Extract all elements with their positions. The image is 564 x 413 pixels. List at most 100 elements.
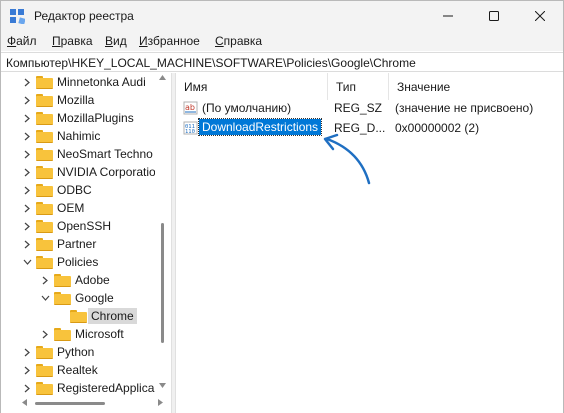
tree-horizontal-scrollbar[interactable] <box>1 395 171 412</box>
chevron-right-icon[interactable] <box>21 145 33 163</box>
tree-item-realtek[interactable]: Realtek <box>21 361 98 379</box>
value-name: (По умолчанию) <box>202 101 292 115</box>
menu-view-accel: В <box>105 34 114 48</box>
value-type: REG_D... <box>334 121 386 135</box>
chevron-right-icon[interactable] <box>21 73 33 91</box>
close-icon <box>535 11 545 21</box>
title-bar: Редактор реестра <box>1 1 563 31</box>
value-row-default[interactable]: ab (По умолчанию) REG_SZ (значение не пр… <box>176 98 563 118</box>
values-list: Имя Тип Значение ab (По умолчанию) REG_S… <box>176 73 563 413</box>
menu-view[interactable]: Вид <box>105 34 127 48</box>
dword-value-icon: 011 110 <box>183 121 198 135</box>
chevron-right-icon[interactable] <box>21 109 33 127</box>
tree-item-label: MozillaPlugins <box>57 111 134 125</box>
folder-icon <box>36 93 53 107</box>
chevron-right-icon[interactable] <box>21 343 33 361</box>
chevron-right-icon[interactable] <box>21 217 33 235</box>
chevron-right-icon[interactable] <box>39 271 51 289</box>
scroll-up-arrow-icon[interactable] <box>159 75 166 80</box>
registry-editor-icon <box>10 9 25 24</box>
chevron-right-icon[interactable] <box>21 91 33 109</box>
tree-item-label: RegisteredApplica <box>57 381 155 395</box>
tree-item-policies[interactable]: Policies <box>21 253 98 271</box>
tree-item-openssh[interactable]: OpenSSH <box>21 217 111 235</box>
tree-item-python[interactable]: Python <box>21 343 94 361</box>
column-header-name[interactable]: Имя <box>176 73 328 100</box>
menu-help[interactable]: Справка <box>215 34 262 48</box>
tree-item-label: Google <box>75 291 114 305</box>
tree-item-label: Minnetonka Audi <box>57 75 146 89</box>
value-data: 0x00000002 (2) <box>395 121 480 135</box>
chevron-right-icon[interactable] <box>21 127 33 145</box>
close-button[interactable] <box>517 1 563 31</box>
tree-item-label: Adobe <box>75 273 110 287</box>
menu-edit[interactable]: Правка <box>52 34 93 48</box>
chevron-right-icon[interactable] <box>21 199 33 217</box>
tree-item-odbc[interactable]: ODBC <box>21 181 92 199</box>
folder-icon <box>36 129 53 143</box>
tree-item-mozilla[interactable]: Mozilla <box>21 91 94 109</box>
menu-favorites-label: збранное <box>147 34 200 48</box>
tree-item-oem[interactable]: OEM <box>21 199 84 217</box>
menu-file-accel: Ф <box>7 34 17 48</box>
menu-favorites[interactable]: Избранное <box>139 34 200 48</box>
scroll-down-arrow-icon[interactable] <box>159 383 166 388</box>
chevron-right-icon[interactable] <box>21 361 33 379</box>
tree-item-microsoft[interactable]: Microsoft <box>39 325 124 343</box>
tree-item-nvidia-corporatio[interactable]: NVIDIA Corporatio <box>21 163 156 181</box>
column-type-label: Тип <box>336 79 357 94</box>
folder-icon <box>36 219 53 233</box>
tree-item-adobe[interactable]: Adobe <box>39 271 110 289</box>
chevron-right-icon[interactable] <box>39 325 51 343</box>
scroll-right-arrow-icon[interactable] <box>158 399 163 406</box>
scroll-left-arrow-icon[interactable] <box>22 399 27 406</box>
tree-horizontal-scroll-thumb[interactable] <box>35 402 105 405</box>
tree-item-nahimic[interactable]: Nahimic <box>21 127 100 145</box>
menu-bar: Файл Правка Вид Избранное Справка <box>1 31 563 51</box>
tree-item-neosmart-techno[interactable]: NeoSmart Techno <box>21 145 153 163</box>
tree-item-label: Nahimic <box>57 129 101 143</box>
menu-edit-accel: П <box>52 34 61 48</box>
tree-item-label: OEM <box>57 201 85 215</box>
tree-item-label: NeoSmart Techno <box>57 147 153 161</box>
folder-icon <box>36 165 53 179</box>
folder-icon <box>54 273 71 287</box>
column-header-value[interactable]: Значение <box>389 73 563 100</box>
tree-item-partner[interactable]: Partner <box>21 235 96 253</box>
chevron-right-icon[interactable] <box>21 163 33 181</box>
tree-item-label: OpenSSH <box>57 219 112 233</box>
tree-item-label: Mozilla <box>57 93 95 107</box>
folder-icon <box>36 111 53 125</box>
folder-icon <box>36 363 53 377</box>
tree-item-label: Microsoft <box>75 327 124 341</box>
value-name-selected[interactable]: DownloadRestrictions <box>197 118 323 136</box>
tree-item-label: Policies <box>57 255 99 269</box>
tree-item-mozillaplugins[interactable]: MozillaPlugins <box>21 109 134 127</box>
address-path[interactable]: Компьютер\HKEY_LOCAL_MACHINE\SOFTWARE\Po… <box>6 56 416 70</box>
value-type: REG_SZ <box>334 101 383 115</box>
window-title: Редактор реестра <box>34 9 134 23</box>
chevron-right-icon[interactable] <box>21 235 33 253</box>
address-bar[interactable]: Компьютер\HKEY_LOCAL_MACHINE\SOFTWARE\Po… <box>1 52 563 72</box>
chevron-down-icon[interactable] <box>39 289 51 307</box>
menu-view-label: ид <box>113 34 127 48</box>
folder-icon <box>36 345 53 359</box>
folder-icon <box>70 309 87 323</box>
column-header-type[interactable]: Тип <box>328 73 389 100</box>
tree-item-minnetonka-audi[interactable]: Minnetonka Audi <box>21 73 146 91</box>
minimize-button[interactable] <box>425 1 471 31</box>
tree-item-google[interactable]: Google <box>39 289 114 307</box>
folder-icon <box>36 237 53 251</box>
menu-file[interactable]: Файл <box>7 34 37 48</box>
tree-item-chrome[interactable]: Chrome <box>55 307 137 325</box>
folder-icon <box>36 201 53 215</box>
chevron-right-icon[interactable] <box>21 181 33 199</box>
tree-vertical-scrollbar[interactable] <box>155 73 170 395</box>
maximize-button[interactable] <box>471 1 517 31</box>
chevron-down-icon[interactable] <box>21 253 33 271</box>
tree-vertical-scroll-thumb[interactable] <box>161 223 164 343</box>
menu-help-label: правка <box>223 34 263 48</box>
value-row-downloadrestrictions[interactable]: 011 110 DownloadRestrictions REG_D... 0x… <box>176 118 563 138</box>
svg-text:ab: ab <box>185 103 195 112</box>
value-data: (значение не присвоено) <box>395 101 534 115</box>
